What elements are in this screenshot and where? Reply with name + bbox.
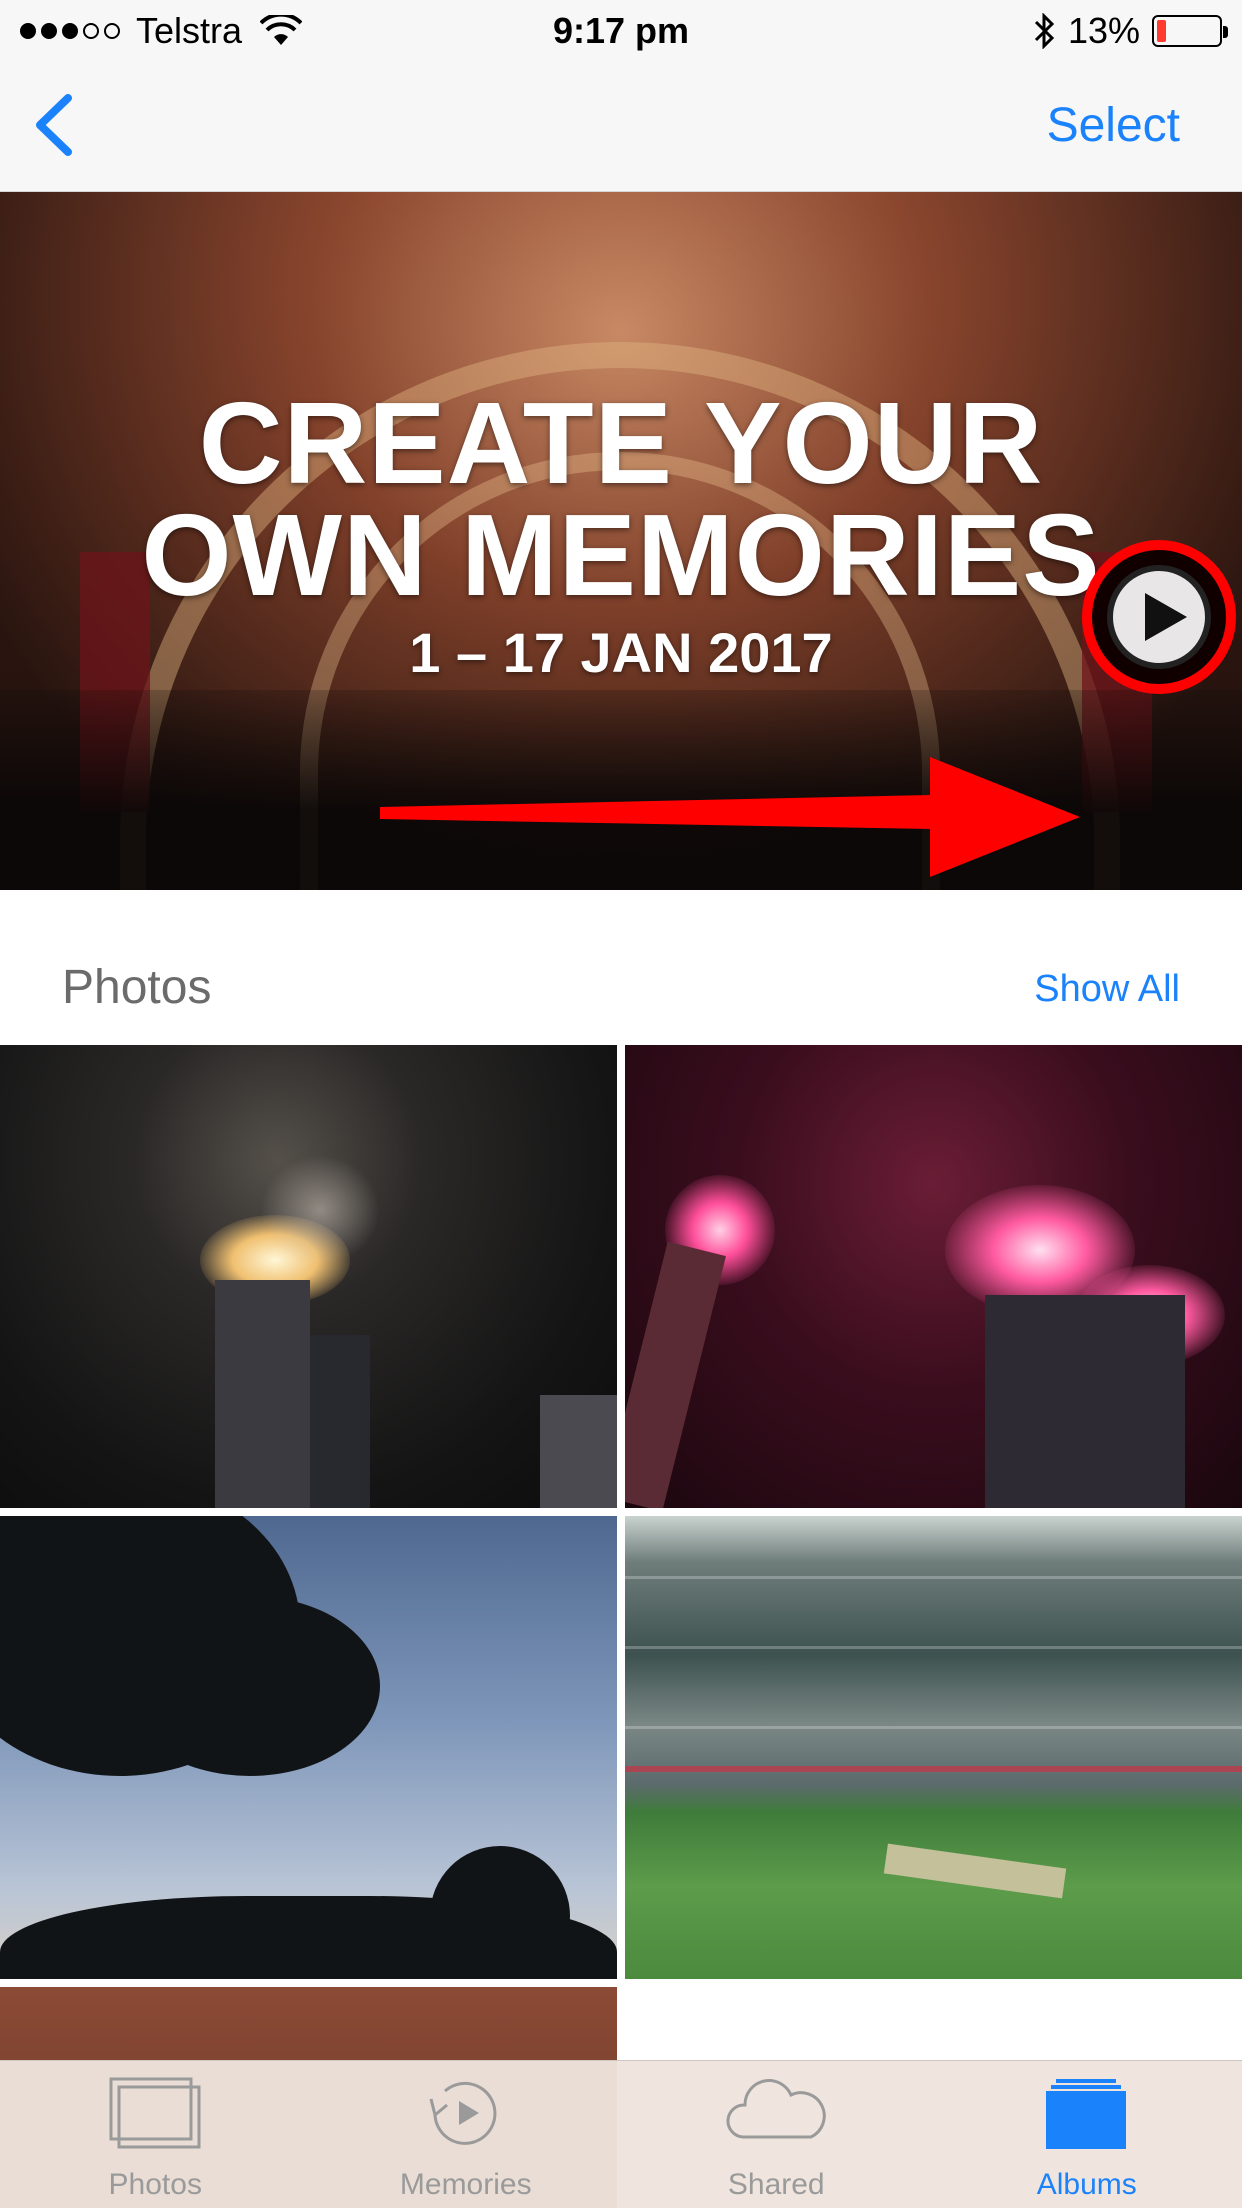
tab-photos[interactable]: Photos bbox=[0, 2061, 311, 2208]
tab-label: Memories bbox=[399, 2168, 532, 2201]
play-button[interactable] bbox=[1107, 565, 1211, 669]
battery-icon bbox=[1152, 15, 1228, 47]
tab-label: Shared bbox=[727, 2168, 825, 2201]
battery-percent: 13% bbox=[1067, 10, 1140, 51]
tab-shared[interactable]: Shared bbox=[621, 2061, 932, 2208]
photo-thumbnail[interactable] bbox=[0, 1516, 617, 1979]
photos-icon bbox=[109, 2077, 201, 2149]
select-button[interactable]: Select bbox=[1047, 98, 1180, 153]
status-right: 13% bbox=[1032, 10, 1228, 52]
photo-thumbnail[interactable] bbox=[625, 1045, 1242, 1508]
tab-bar: Photos Memories Shared Albums bbox=[0, 2060, 1242, 2208]
photo-thumbnail[interactable] bbox=[625, 1516, 1242, 1979]
memory-title-line1: CREATE YOUR bbox=[198, 378, 1044, 508]
photo-thumbnail[interactable] bbox=[0, 1045, 617, 1508]
tab-albums[interactable]: Albums bbox=[932, 2061, 1242, 2208]
memory-title-line2: OWN MEMORIES bbox=[141, 490, 1101, 620]
bluetooth-icon bbox=[1034, 13, 1055, 49]
status-bar: Telstra 9:17 pm 13% bbox=[0, 0, 1242, 60]
play-icon bbox=[1145, 593, 1187, 641]
tab-label: Photos bbox=[108, 2168, 202, 2201]
memory-header[interactable]: CREATE YOUR OWN MEMORIES 1 – 17 JAN 2017 bbox=[0, 192, 1242, 890]
memories-icon bbox=[429, 2081, 497, 2145]
chevron-left-icon bbox=[36, 94, 72, 156]
memory-title: CREATE YOUR OWN MEMORIES bbox=[0, 378, 1242, 620]
navigation-bar: Select bbox=[0, 60, 1242, 192]
section-title: Photos bbox=[62, 961, 212, 1014]
show-all-link[interactable]: Show All bbox=[1034, 968, 1180, 1011]
photos-section-header: Photos Show All bbox=[0, 890, 1242, 1045]
tab-label: Albums bbox=[1036, 2168, 1137, 2201]
cloud-icon bbox=[726, 2079, 826, 2139]
memory-date: 1 – 17 JAN 2017 bbox=[409, 621, 833, 684]
back-button[interactable] bbox=[30, 90, 90, 160]
tab-memories[interactable]: Memories bbox=[311, 2061, 622, 2208]
annotation-arrow bbox=[380, 757, 1080, 877]
albums-icon bbox=[1045, 2079, 1126, 2149]
